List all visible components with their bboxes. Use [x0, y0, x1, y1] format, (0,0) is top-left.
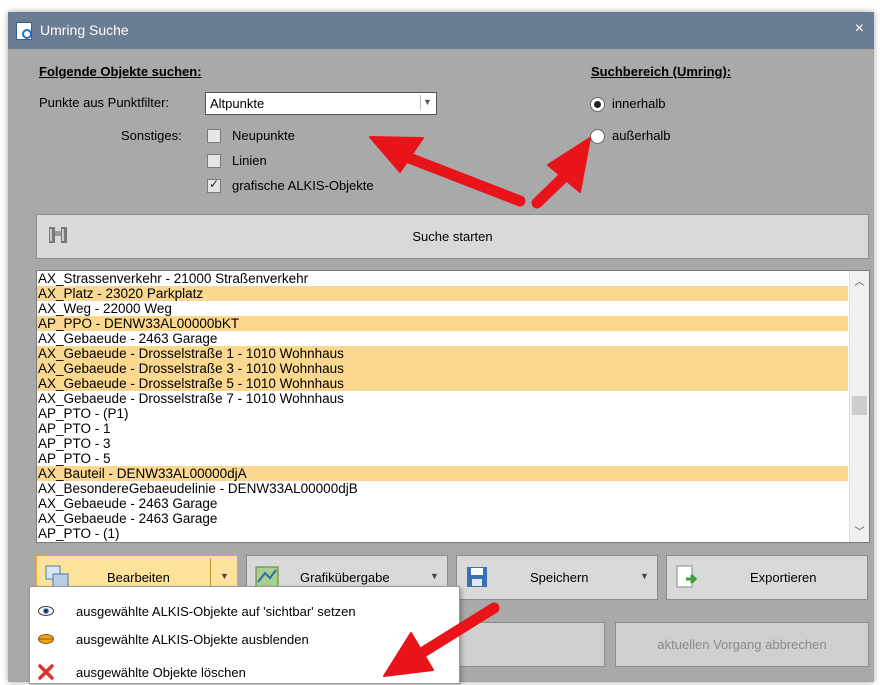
result-list-item[interactable]: AP_PTO - 5: [37, 451, 848, 466]
result-list-item[interactable]: AX_BesondereGebaeudelinie - DENW33AL0000…: [37, 481, 848, 496]
checkbox-neupunkte-label: Neupunkte: [232, 128, 295, 143]
point-filter-value: Altpunkte: [210, 96, 265, 111]
results-rows: AX_Strassenverkehr - 21000 Straßenverkeh…: [37, 271, 848, 541]
result-list-item[interactable]: AX_Gebaeude - 2463 Garage: [37, 496, 848, 511]
result-list-item[interactable]: AX_Gebaeude - 2463 Garage: [37, 511, 848, 526]
scroll-down-icon[interactable]: ﹀: [850, 523, 869, 540]
start-search-label: Suche starten: [412, 229, 493, 244]
save-button[interactable]: Speichern ▼: [456, 555, 658, 600]
export-icon: [676, 565, 698, 588]
close-icon[interactable]: ×: [855, 20, 864, 38]
search-objects-heading: Folgende Objekte suchen:: [39, 64, 202, 79]
eye-icon: [38, 606, 54, 616]
radio-outside-label: außerhalb: [612, 128, 671, 143]
radio-inside[interactable]: [590, 97, 605, 112]
export-button[interactable]: Exportieren: [666, 555, 868, 600]
menu-item-set-visible[interactable]: ausgewählte ALKIS-Objekte auf 'sichtbar'…: [30, 598, 459, 624]
filter-label: Punkte aus Punktfilter:: [39, 95, 170, 110]
result-list-item[interactable]: AX_Gebaeude - Drosselstraße 1 - 1010 Woh…: [37, 346, 848, 361]
radio-inside-label: innerhalb: [612, 96, 666, 111]
delete-icon: [38, 664, 54, 680]
result-list-item[interactable]: AP_PTO - 3: [37, 436, 848, 451]
result-list-item[interactable]: AX_Bauteil - DENW33AL00000djA: [37, 466, 848, 481]
menu-item-delete[interactable]: ausgewählte Objekte löschen: [30, 659, 459, 685]
result-list-item[interactable]: AX_Weg - 22000 Weg: [37, 301, 848, 316]
result-list-item[interactable]: AX_Gebaeude - Drosselstraße 5 - 1010 Woh…: [37, 376, 848, 391]
point-filter-combobox[interactable]: Altpunkte ▼: [205, 92, 437, 115]
title-bar: Umring Suche ×: [8, 12, 874, 49]
edit-dropdown-icon[interactable]: ▼: [220, 571, 229, 581]
checkbox-alkis-objects-label: grafische ALKIS-Objekte: [232, 178, 374, 193]
checkbox-linien-label: Linien: [232, 153, 267, 168]
chevron-down-icon[interactable]: ▼: [420, 95, 434, 110]
scrollbar-thumb[interactable]: [852, 396, 867, 415]
result-list-item[interactable]: AX_Gebaeude - Drosselstraße 7 - 1010 Woh…: [37, 391, 848, 406]
app-icon: [16, 22, 32, 40]
hide-icon: [38, 634, 54, 644]
graphics-transfer-label: Grafikübergabe: [300, 570, 390, 585]
search-area-heading: Suchbereich (Umring):: [591, 64, 732, 79]
cancel-operation-label: aktuellen Vorgang abbrechen: [657, 637, 827, 652]
result-list-item[interactable]: AP_PTO - (P1): [37, 406, 848, 421]
export-label: Exportieren: [750, 570, 817, 585]
result-list-item[interactable]: AP_PPO - DENW33AL00000bKT: [37, 316, 848, 331]
checkbox-neupunkte[interactable]: [207, 129, 221, 143]
window-title: Umring Suche: [40, 22, 129, 38]
menu-item-delete-label: ausgewählte Objekte löschen: [76, 665, 246, 680]
menu-item-hide[interactable]: ausgewählte ALKIS-Objekte ausblenden: [30, 626, 459, 652]
result-list-item[interactable]: AP_PTO - 1: [37, 421, 848, 436]
start-search-button[interactable]: Suche starten: [36, 214, 869, 259]
scroll-up-icon[interactable]: ︿: [850, 273, 869, 290]
scrollbar[interactable]: ︿ ﹀: [849, 271, 869, 542]
edit-dropdown-menu: ausgewählte ALKIS-Objekte auf 'sichtbar'…: [29, 586, 460, 684]
checkbox-alkis-objects[interactable]: [207, 177, 221, 193]
edit-label: Bearbeiten: [107, 570, 170, 585]
menu-item-set-visible-label: ausgewählte ALKIS-Objekte auf 'sichtbar'…: [76, 604, 356, 619]
result-list-item[interactable]: AP_PTO - (1): [37, 526, 848, 541]
graphics-dropdown-icon[interactable]: ▼: [430, 571, 439, 581]
result-list-item[interactable]: AX_Strassenverkehr - 21000 Straßenverkeh…: [37, 271, 848, 286]
floppy-disk-icon: [467, 567, 487, 587]
radio-outside[interactable]: [590, 129, 605, 144]
result-list-item[interactable]: AX_Gebaeude - 2463 Garage: [37, 331, 848, 346]
checkbox-linien[interactable]: [207, 154, 221, 168]
misc-label: Sonstiges:: [121, 128, 182, 143]
save-dropdown-icon[interactable]: ▼: [640, 571, 649, 581]
save-label: Speichern: [530, 570, 589, 585]
menu-item-hide-label: ausgewählte ALKIS-Objekte ausblenden: [76, 632, 309, 647]
umring-search-dialog: Umring Suche × Folgende Objekte suchen: …: [8, 12, 874, 682]
results-list[interactable]: AX_Strassenverkehr - 21000 Straßenverkeh…: [36, 270, 870, 543]
result-list-item[interactable]: AX_Gebaeude - Drosselstraße 3 - 1010 Woh…: [37, 361, 848, 376]
result-list-item[interactable]: AX_Platz - 23020 Parkplatz: [37, 286, 848, 301]
cancel-operation-button[interactable]: aktuellen Vorgang abbrechen: [615, 622, 869, 667]
